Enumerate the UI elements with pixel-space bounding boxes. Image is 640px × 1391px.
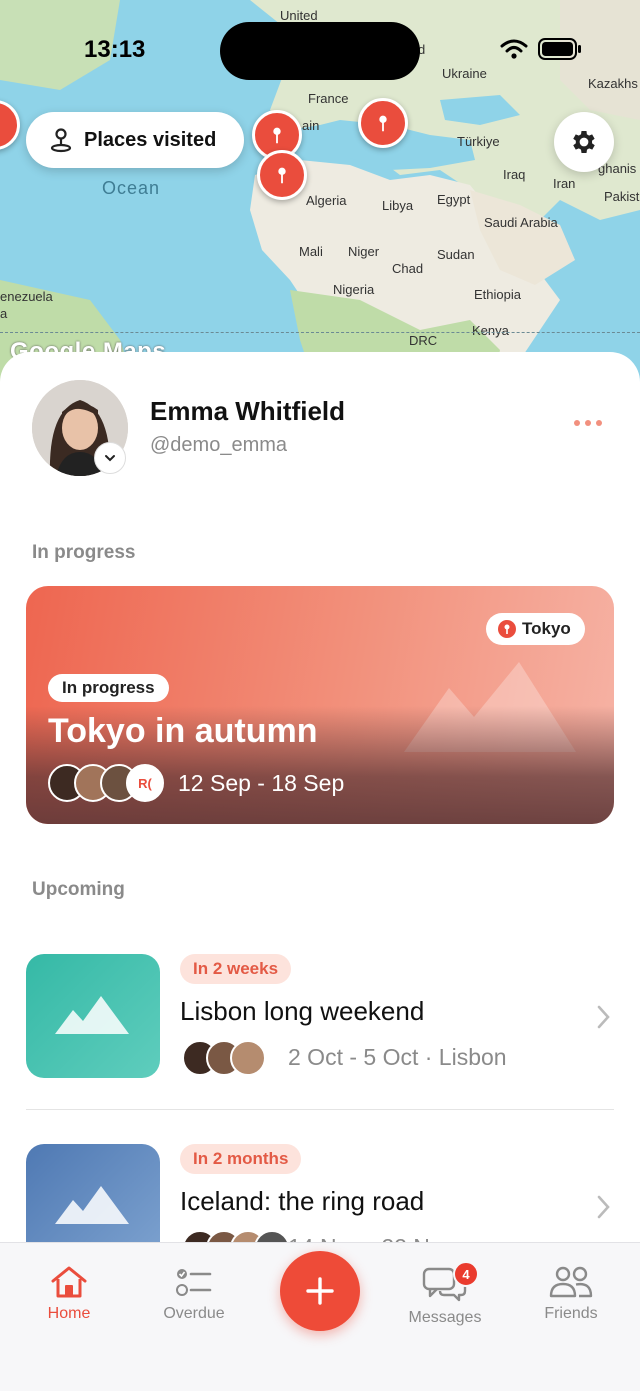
wifi-icon (500, 39, 528, 59)
location-chip: Tokyo (486, 613, 585, 645)
trip-title: Tokyo in autumn (48, 712, 318, 750)
pin-on-map-icon (50, 128, 72, 153)
tab-label: Home (47, 1305, 91, 1322)
plus-icon (306, 1277, 334, 1305)
tab-label: Friends (544, 1305, 598, 1322)
map-label: Mali (299, 244, 323, 259)
location-chip-label: Tokyo (522, 619, 571, 638)
people-icon (549, 1266, 593, 1298)
home-sheet: Emma Whitfield @demo_emma In progress To… (0, 352, 640, 1391)
map-label: ain (302, 118, 320, 133)
settings-button[interactable] (554, 112, 614, 172)
map-pin[interactable] (257, 150, 307, 200)
time-badge: In 2 weeks (180, 954, 292, 984)
account-switch-button[interactable] (94, 442, 126, 474)
map-label: Libya (382, 198, 414, 213)
participant-avatar: R( (126, 764, 164, 802)
battery-icon (538, 38, 581, 60)
unread-badge: 4 (453, 1261, 479, 1287)
trip-row[interactable]: In 2 weeks Lisbon long weekend 2 Oct - 5… (0, 954, 640, 1084)
trip-title: Iceland: the ring road (180, 1186, 425, 1216)
more-options-button[interactable] (574, 420, 602, 426)
chevron-right-icon (597, 1005, 610, 1029)
participants: R( (48, 764, 164, 802)
map-label: Ocean (102, 178, 161, 198)
status-icons (500, 38, 582, 60)
trip-meta: 2 Oct - 5 Oct · Lisbon (288, 1044, 507, 1070)
pin-icon (0, 114, 6, 136)
divider (26, 1109, 614, 1110)
dynamic-island (220, 22, 420, 80)
status-badge: In progress (48, 674, 169, 702)
add-trip-button[interactable] (280, 1251, 360, 1331)
places-visited-button[interactable]: Places visited (26, 112, 244, 168)
pin-icon (278, 167, 286, 184)
map-label: Kenya (472, 323, 509, 338)
pin-icon (379, 115, 387, 132)
user-handle: @demo_emma (150, 434, 288, 456)
gear-icon (573, 131, 595, 153)
chevron-right-icon (597, 1195, 610, 1219)
mountain-icon (55, 1186, 129, 1224)
chevron-down-icon (105, 455, 115, 462)
map-label: Algeria (306, 193, 347, 208)
tab-label: Overdue (163, 1305, 225, 1322)
trip-dates: 12 Sep - 18 Sep (178, 770, 345, 796)
home-icon (51, 1266, 87, 1298)
mountain-icon (55, 996, 129, 1034)
map-label: United (280, 8, 318, 23)
map-label: Egypt (437, 192, 471, 207)
map-label: Ethiopia (474, 287, 521, 302)
map-label: Iraq (503, 167, 526, 182)
map-label: Türkiye (457, 134, 500, 149)
map-label: a (0, 306, 8, 321)
user-name: Emma Whitfield (150, 396, 346, 426)
map-label: Chad (392, 261, 424, 276)
map-label: Nigeria (333, 282, 375, 297)
map-label: Saudi Arabia (484, 215, 558, 230)
tab-home[interactable]: Home (19, 1265, 119, 1323)
map-label: enezuela (0, 289, 53, 304)
current-trip-card[interactable]: Tokyo In progress Tokyo in autumn R( 12 … (26, 586, 614, 824)
tab-friends[interactable]: Friends (521, 1265, 621, 1323)
map-label: Niger (348, 244, 380, 259)
more-dot (574, 420, 580, 426)
map-label: Pakist (604, 189, 640, 204)
trip-title: Lisbon long weekend (180, 996, 425, 1026)
tab-label: Messages (408, 1309, 482, 1326)
map-label: Sudan (437, 247, 475, 262)
world-map[interactable]: United d Ukraine Kazakhs France ain Türk… (0, 0, 640, 400)
tab-bar: Home Overdue Messages 4 Friends (0, 1242, 640, 1391)
equator-line (0, 332, 640, 333)
places-visited-label: Places visited (84, 128, 217, 151)
participant-avatar (230, 1040, 266, 1076)
map-pin[interactable] (358, 98, 408, 148)
section-title-upcoming: Upcoming (32, 879, 125, 900)
pin-icon (498, 620, 516, 638)
status-time: 13:13 (84, 36, 146, 63)
checklist-icon (176, 1269, 212, 1296)
map-label: France (308, 91, 349, 106)
tab-overdue[interactable]: Overdue (144, 1265, 244, 1323)
tab-messages[interactable]: Messages 4 (395, 1261, 495, 1327)
section-title-in-progress: In progress (32, 542, 136, 563)
participants (182, 1040, 266, 1076)
map-label: Ukraine (442, 66, 487, 81)
time-badge: In 2 months (180, 1144, 302, 1174)
more-dot (596, 420, 602, 426)
map-label: Kazakhs (588, 76, 638, 91)
map-label: Iran (553, 176, 576, 191)
more-dot (585, 420, 591, 426)
pin-icon (273, 127, 281, 144)
map-label: DRC (409, 333, 438, 348)
trip-thumbnail (26, 954, 160, 1078)
